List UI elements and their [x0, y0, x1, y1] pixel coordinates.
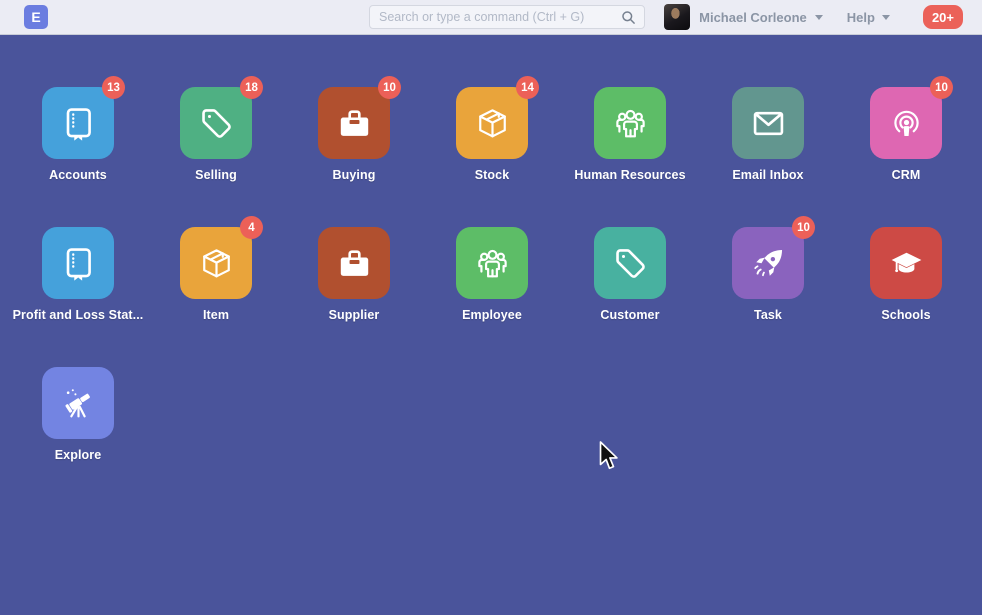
app-item-selling[interactable]: 18 Selling — [147, 87, 285, 227]
book-icon — [61, 246, 96, 281]
app-icon-tile — [42, 227, 114, 299]
app-item-crm[interactable]: 10 CRM — [837, 87, 975, 227]
app-icon-tile: 10 — [870, 87, 942, 159]
app-item-accounts[interactable]: 13 Accounts — [9, 87, 147, 227]
app-item-human-resources[interactable]: Human Resources — [561, 87, 699, 227]
app-icon-tile: 14 — [456, 87, 528, 159]
notification-count-badge: 14 — [516, 76, 539, 99]
app-item-label: Email Inbox — [732, 168, 803, 182]
app-logo[interactable]: E — [24, 5, 48, 29]
graduation-cap-icon — [889, 246, 924, 281]
tag-icon — [613, 246, 648, 281]
people-icon — [475, 246, 510, 281]
app-icon-tile — [870, 227, 942, 299]
telescope-icon — [61, 386, 96, 421]
app-item-email-inbox[interactable]: Email Inbox — [699, 87, 837, 227]
notification-count-badge: 13 — [102, 76, 125, 99]
app-item-stock[interactable]: 14 Stock — [423, 87, 561, 227]
search-input[interactable] — [370, 10, 621, 24]
notification-count-badge: 10 — [378, 76, 401, 99]
chevron-down-icon — [815, 15, 823, 20]
desktop-icon-grid: 13 Accounts 18 Selling 10 Buying 14 Stock Hu… — [9, 35, 975, 507]
app-item-label: Explore — [55, 448, 102, 462]
app-item-label: Buying — [333, 168, 376, 182]
app-item-employee[interactable]: Employee — [423, 227, 561, 367]
briefcase-icon — [337, 246, 372, 281]
app-icon-tile — [42, 367, 114, 439]
app-item-label: Supplier — [329, 308, 380, 322]
app-item-label: Accounts — [49, 168, 107, 182]
app-item-label: Task — [754, 308, 782, 322]
notification-count-badge: 18 — [240, 76, 263, 99]
app-item-schools[interactable]: Schools — [837, 227, 975, 367]
app-icon-tile — [456, 227, 528, 299]
tag-icon — [199, 106, 234, 141]
app-item-label: Profit and Loss Stat... — [13, 308, 144, 322]
app-item-label: Item — [203, 308, 229, 322]
broadcast-icon — [889, 106, 924, 141]
chevron-down-icon — [882, 15, 890, 20]
box-icon — [475, 106, 510, 141]
app-icon-tile — [594, 227, 666, 299]
app-item-label: CRM — [892, 168, 921, 182]
app-item-label: Stock — [475, 168, 510, 182]
rocket-icon — [751, 246, 786, 281]
envelope-icon — [751, 106, 786, 141]
app-icon-tile: 10 — [318, 87, 390, 159]
app-icon-tile: 18 — [180, 87, 252, 159]
app-item-buying[interactable]: 10 Buying — [285, 87, 423, 227]
help-menu[interactable]: Help — [847, 10, 875, 25]
app-icon-tile — [732, 87, 804, 159]
top-navbar: E Michael Corleone Help 20+ — [0, 0, 982, 35]
app-item-task[interactable]: 10 Task — [699, 227, 837, 367]
search-icon[interactable] — [621, 10, 636, 25]
people-icon — [613, 106, 648, 141]
navbar-right-group: Michael Corleone Help 20+ — [664, 0, 963, 34]
app-item-supplier[interactable]: Supplier — [285, 227, 423, 367]
app-icon-tile: 10 — [732, 227, 804, 299]
app-item-label: Human Resources — [574, 168, 685, 182]
user-avatar[interactable] — [664, 4, 690, 30]
app-icon-tile: 13 — [42, 87, 114, 159]
app-item-label: Schools — [881, 308, 930, 322]
app-item-item[interactable]: 4 Item — [147, 227, 285, 367]
app-item-label: Selling — [195, 168, 237, 182]
app-icon-tile — [594, 87, 666, 159]
notification-count-badge: 10 — [930, 76, 953, 99]
app-item-profit-and-loss-stat[interactable]: Profit and Loss Stat... — [9, 227, 147, 367]
app-item-label: Customer — [600, 308, 659, 322]
global-search — [369, 5, 645, 29]
book-icon — [61, 106, 96, 141]
box-icon — [199, 246, 234, 281]
notifications-badge[interactable]: 20+ — [923, 5, 963, 29]
app-icon-tile: 4 — [180, 227, 252, 299]
briefcase-icon — [337, 106, 372, 141]
notification-count-badge: 10 — [792, 216, 815, 239]
user-menu[interactable]: Michael Corleone — [699, 10, 807, 25]
app-icon-tile — [318, 227, 390, 299]
app-item-customer[interactable]: Customer — [561, 227, 699, 367]
app-item-label: Employee — [462, 308, 522, 322]
app-item-explore[interactable]: Explore — [9, 367, 147, 507]
notification-count-badge: 4 — [240, 216, 263, 239]
